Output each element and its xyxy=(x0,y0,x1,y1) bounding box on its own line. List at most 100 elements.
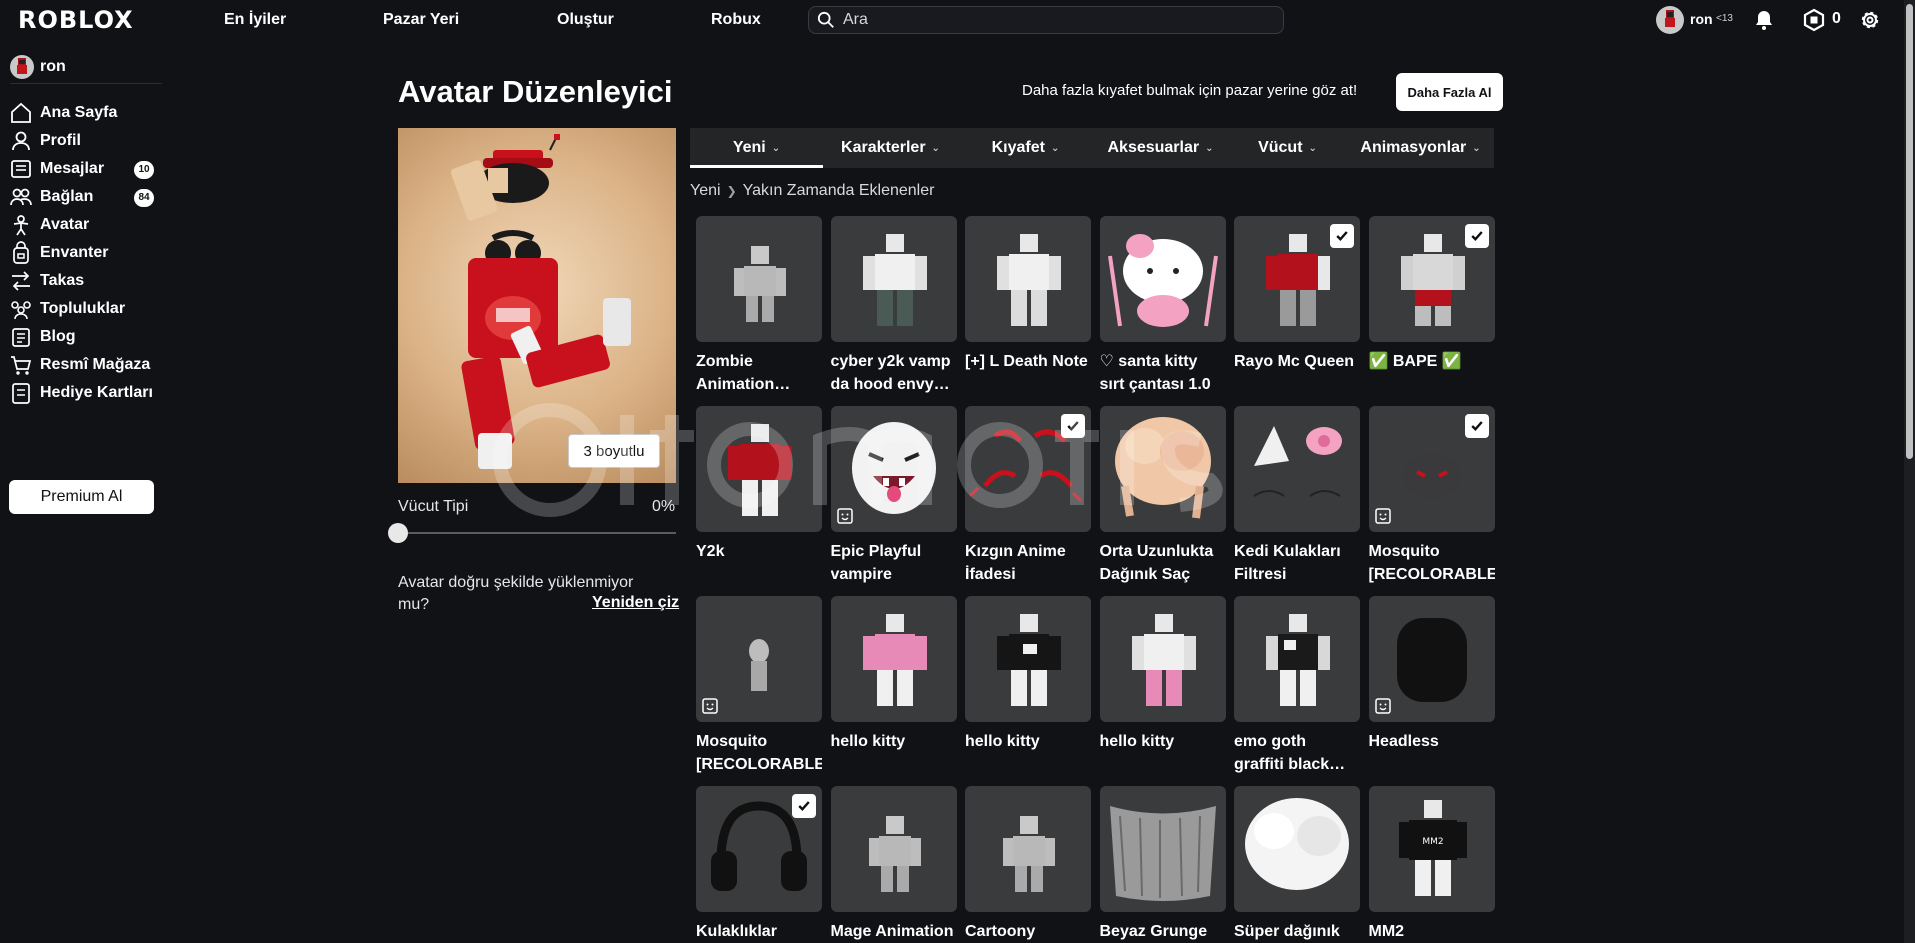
item-card[interactable]: hello kitty xyxy=(1099,596,1226,753)
item-thumbnail[interactable] xyxy=(1368,216,1495,342)
item-card[interactable]: Cartoony Animation Package xyxy=(965,786,1091,943)
item-thumbnail[interactable] xyxy=(965,216,1091,342)
item-thumbnail[interactable] xyxy=(696,596,822,722)
item-name[interactable]: Headless xyxy=(1369,730,1495,753)
sidebar-item-store[interactable]: Resmî Mağaza xyxy=(8,351,168,379)
item-name[interactable]: hello kitty xyxy=(965,730,1091,753)
body-type-slider-track[interactable] xyxy=(398,532,676,534)
item-name[interactable]: hello kitty xyxy=(831,730,957,753)
sidebar-item-blog[interactable]: Blog xyxy=(8,323,168,351)
sidebar-item-groups[interactable]: Topluluklar xyxy=(8,295,168,323)
settings-button[interactable] xyxy=(1857,7,1883,33)
item-name[interactable]: Cartoony Animation Package xyxy=(965,920,1091,943)
item-thumbnail[interactable] xyxy=(696,406,822,532)
item-card[interactable]: [+] L Death Note xyxy=(965,216,1091,373)
sidebar-item-connect[interactable]: Bağlan 84 xyxy=(8,183,168,211)
item-card[interactable]: Epic Playful vampire xyxy=(830,406,957,586)
item-card[interactable]: Mage Animation Package xyxy=(830,786,957,943)
item-thumbnail[interactable] xyxy=(1099,406,1226,532)
item-card[interactable]: Beyaz Grunge Fog Skirt xyxy=(1099,786,1226,943)
sidebar-user[interactable]: ron xyxy=(10,50,162,84)
item-card[interactable]: Kedi Kulakları Filtresi xyxy=(1234,406,1360,586)
item-card[interactable]: Rayo Mc Queen xyxy=(1234,216,1360,373)
item-thumbnail[interactable] xyxy=(1368,406,1495,532)
item-name[interactable]: emo goth graffiti black shirt xyxy=(1234,730,1360,776)
scrollbar-thumb[interactable] xyxy=(1906,4,1913,459)
checkmark-icon[interactable] xyxy=(792,794,816,818)
item-card[interactable]: Orta Uzunlukta Dağınık Saç xyxy=(1099,406,1226,586)
item-card[interactable]: hello kitty xyxy=(965,596,1091,753)
checkmark-icon[interactable] xyxy=(1464,224,1489,248)
sidebar-item-messages[interactable]: Mesajlar 10 xyxy=(8,155,168,183)
item-card[interactable]: Headless xyxy=(1368,596,1495,753)
item-name[interactable]: Süper dağınık kabarık saç xyxy=(1234,920,1360,943)
item-card[interactable]: Mosquito [RECOLORABLE] xyxy=(696,596,822,776)
item-card[interactable]: Zombie Animation Package xyxy=(696,216,822,396)
item-thumbnail[interactable]: MM2 xyxy=(1368,786,1495,912)
toggle-3d-button[interactable]: 3 boyutlu xyxy=(568,434,660,468)
notifications-button[interactable] xyxy=(1751,7,1777,33)
item-thumbnail[interactable] xyxy=(830,406,957,532)
item-card[interactable]: hello kitty xyxy=(830,596,957,753)
nav-robux[interactable]: Robux xyxy=(711,11,761,29)
sidebar-item-trade[interactable]: Takas xyxy=(8,267,168,295)
item-name[interactable]: Y2k xyxy=(696,540,822,563)
checkmark-icon[interactable] xyxy=(1464,414,1489,438)
item-thumbnail[interactable] xyxy=(830,596,957,722)
item-thumbnail[interactable] xyxy=(1368,596,1495,722)
tab-clothing[interactable]: Kıyafet ⌄ xyxy=(958,128,1093,168)
search-input[interactable] xyxy=(843,11,1263,29)
item-name[interactable]: hello kitty xyxy=(1100,730,1226,753)
user-name[interactable]: ron xyxy=(1690,11,1713,27)
item-thumbnail[interactable] xyxy=(1234,786,1360,912)
item-card[interactable]: MM2 MM2 xyxy=(1368,786,1495,943)
robux-balance[interactable]: 0 xyxy=(1832,10,1841,28)
item-thumbnail[interactable] xyxy=(1099,216,1226,342)
item-name[interactable]: Kızgın Anime İfadesi xyxy=(965,540,1091,586)
item-thumbnail[interactable] xyxy=(830,786,957,912)
get-more-button[interactable]: Daha Fazla Al xyxy=(1396,73,1503,111)
nav-create[interactable]: Oluştur xyxy=(557,11,614,29)
tab-body[interactable]: Vücut ⌄ xyxy=(1228,128,1347,168)
item-name[interactable]: Mosquito [RECOLORABLE] xyxy=(696,730,822,776)
item-name[interactable]: Epic Playful vampire xyxy=(831,540,957,586)
item-thumbnail[interactable] xyxy=(1234,216,1360,342)
item-card[interactable]: ♡ santa kitty sırt çantası 1.0 xyxy=(1099,216,1226,396)
item-thumbnail[interactable] xyxy=(830,216,957,342)
roblox-logo[interactable]: ROBLOX xyxy=(18,6,134,34)
user-avatar[interactable] xyxy=(1656,6,1684,34)
item-name[interactable]: Orta Uzunlukta Dağınık Saç xyxy=(1100,540,1226,586)
sidebar-item-home[interactable]: Ana Sayfa xyxy=(8,99,168,127)
tab-animations[interactable]: Animasyonlar ⌄ xyxy=(1347,128,1494,168)
tab-new[interactable]: Yeni ⌄ xyxy=(690,128,823,168)
item-name[interactable]: Kedi Kulakları Filtresi xyxy=(1234,540,1360,586)
item-name[interactable]: Beyaz Grunge Fog Skirt xyxy=(1100,920,1226,943)
item-thumbnail[interactable] xyxy=(696,216,822,342)
item-thumbnail[interactable] xyxy=(1234,406,1360,532)
item-thumbnail[interactable] xyxy=(696,786,822,912)
checkmark-icon[interactable] xyxy=(1061,414,1085,438)
item-card[interactable]: ✅ BAPE ✅ xyxy=(1368,216,1495,373)
item-name[interactable]: Mosquito [RECOLORABLE] xyxy=(1369,540,1495,586)
item-card[interactable]: emo goth graffiti black shirt xyxy=(1234,596,1360,776)
item-thumbnail[interactable] xyxy=(1234,596,1360,722)
sidebar-item-gift-cards[interactable]: Hediye Kartları xyxy=(8,379,168,407)
sidebar-item-inventory[interactable]: Envanter xyxy=(8,239,168,267)
checkmark-icon[interactable] xyxy=(1330,224,1354,248)
item-thumbnail[interactable] xyxy=(965,406,1091,532)
tab-characters[interactable]: Karakterler ⌄ xyxy=(823,128,958,168)
item-name[interactable]: [+] L Death Note xyxy=(965,350,1091,373)
item-name[interactable]: Zombie Animation Package xyxy=(696,350,822,396)
item-card[interactable]: Kızgın Anime İfadesi xyxy=(965,406,1091,586)
item-name[interactable]: cyber y2k vamp da hood envy pants xyxy=(831,350,957,396)
sidebar-item-avatar[interactable]: Avatar xyxy=(8,211,168,239)
breadcrumb-root[interactable]: Yeni xyxy=(690,182,721,200)
item-name[interactable]: Kulaklıklar (Beyaz) xyxy=(696,920,822,943)
item-thumbnail[interactable] xyxy=(965,596,1091,722)
item-card[interactable]: Mosquito [RECOLORABLE] xyxy=(1368,406,1495,586)
item-name[interactable]: Mage Animation Package xyxy=(831,920,957,943)
item-name[interactable]: ♡ santa kitty sırt çantası 1.0 xyxy=(1100,350,1226,396)
body-type-slider-thumb[interactable] xyxy=(388,523,408,543)
item-card[interactable]: Y2k xyxy=(696,406,822,563)
nav-charts[interactable]: En İyiler xyxy=(224,11,286,29)
